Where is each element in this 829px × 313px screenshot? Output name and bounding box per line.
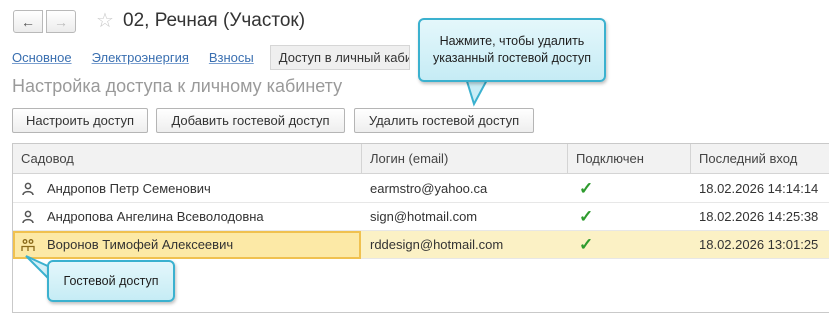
gardener-name: Андропов Петр Семенович	[47, 181, 211, 196]
delete-hint-callout: Нажмите, чтобы удалить указанный гостево…	[418, 18, 606, 82]
table-row[interactable]: Андропова Ангелина Всеволодовна sign@hot…	[13, 203, 829, 231]
section-title: Настройка доступа к личному кабинету	[12, 76, 343, 96]
guest-user-icon	[21, 239, 35, 251]
column-header-connected[interactable]: Подключен	[568, 144, 691, 174]
user-icon	[22, 182, 34, 196]
column-header-login[interactable]: Логин (email)	[362, 144, 568, 174]
table-row-selected[interactable]: Воронов Тимофей Алексеевич rddesign@hotm…	[13, 231, 829, 259]
tab-bar: Основное Электроэнергия Взносы Доступ в …	[12, 44, 430, 70]
gardener-name: Воронов Тимофей Алексеевич	[47, 237, 234, 252]
login-email: sign@hotmail.com	[370, 209, 478, 224]
arrow-right-icon: →	[54, 13, 68, 30]
gardener-name: Андропова Ангелина Всеволодовна	[47, 209, 264, 224]
star-icon[interactable]: ☆	[96, 9, 114, 33]
guest-hint-callout: Гостевой доступ	[47, 260, 175, 302]
table-row[interactable]: Андропов Петр Семенович earmstro@yahoo.c…	[13, 175, 829, 203]
back-button[interactable]: ←	[13, 10, 43, 33]
add-guest-access-button[interactable]: Добавить гостевой доступ	[156, 108, 345, 133]
tab-electricity[interactable]: Электроэнергия	[92, 50, 189, 65]
page-title: 02, Речная (Участок)	[123, 10, 306, 31]
tab-fees[interactable]: Взносы	[209, 50, 254, 65]
tab-cabinet-access[interactable]: Доступ в личный кабинет	[269, 44, 410, 70]
last-login: 18.02.2026 14:25:38	[699, 209, 819, 224]
check-icon: ✓	[579, 179, 594, 198]
check-icon: ✓	[579, 207, 594, 226]
user-icon	[22, 210, 34, 224]
arrow-left-icon: ←	[21, 13, 35, 30]
tab-main[interactable]: Основное	[12, 50, 72, 65]
login-email: earmstro@yahoo.ca	[370, 181, 488, 196]
last-login: 18.02.2026 14:14:14	[699, 181, 819, 196]
column-header-gardener[interactable]: Садовод	[13, 144, 362, 174]
login-email: rddesign@hotmail.com	[370, 237, 504, 252]
table-header: Садовод Логин (email) Подключен Последни…	[13, 144, 829, 174]
last-login: 18.02.2026 13:01:25	[699, 237, 819, 252]
forward-button[interactable]: →	[46, 10, 76, 33]
check-icon: ✓	[579, 235, 594, 254]
callout-pointer	[464, 78, 490, 107]
column-header-last-login[interactable]: Последний вход	[691, 144, 829, 174]
configure-access-button[interactable]: Настроить доступ	[12, 108, 148, 133]
delete-guest-access-button[interactable]: Удалить гостевой доступ	[354, 108, 534, 133]
